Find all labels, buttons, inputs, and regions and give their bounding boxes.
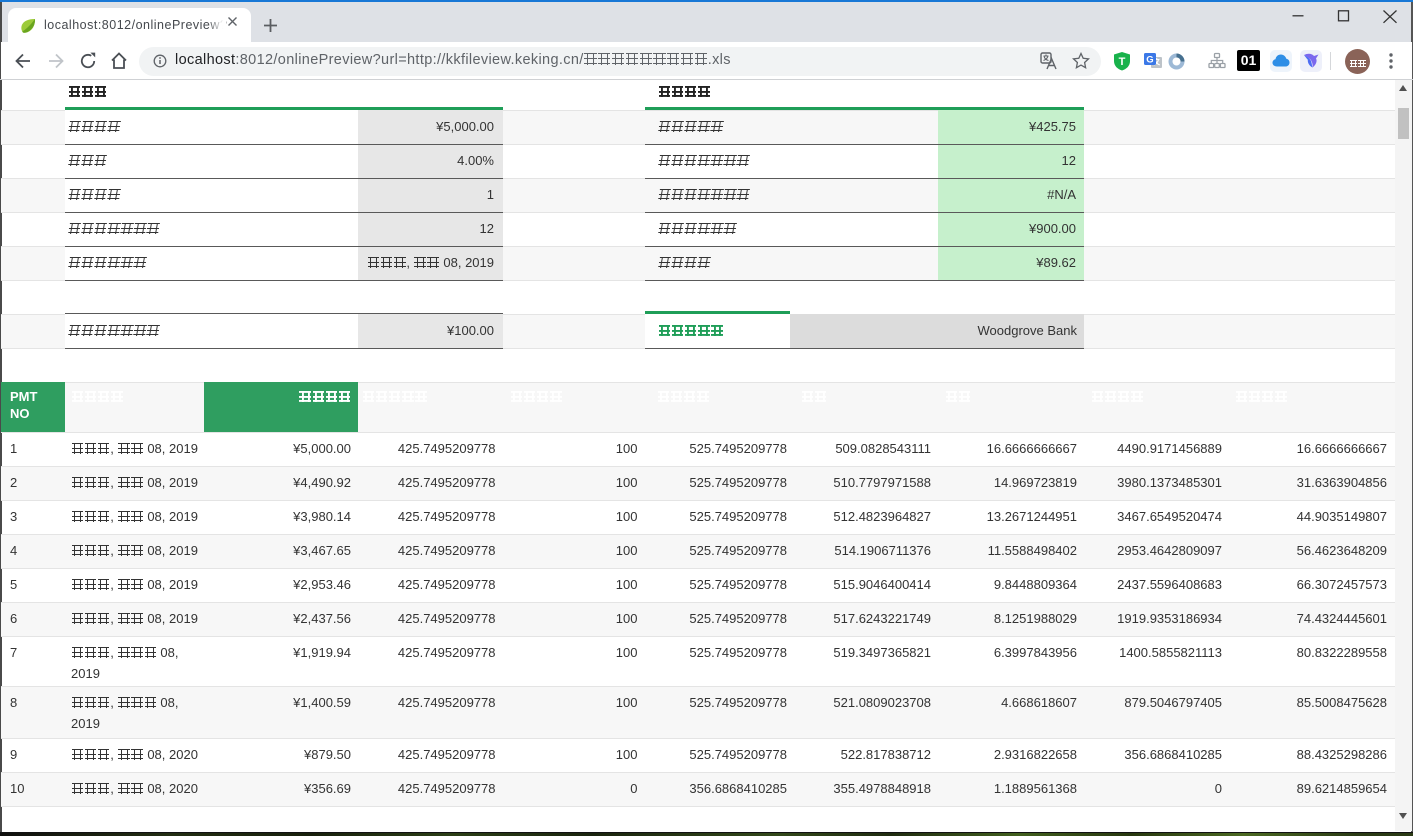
svg-text:T: T — [1119, 56, 1126, 68]
svg-text:G: G — [1146, 55, 1153, 66]
